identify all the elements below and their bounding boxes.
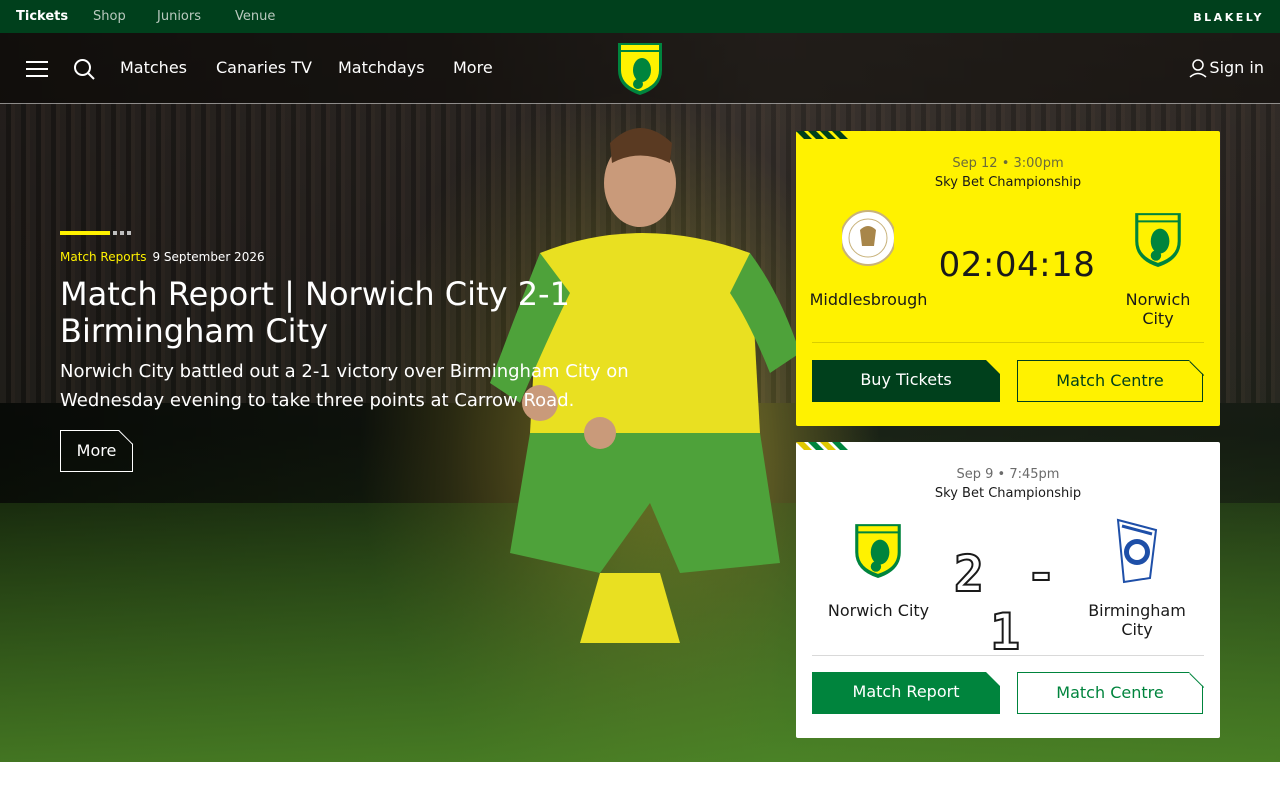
article-summary: Norwich City battled out a 2-1 victory o… xyxy=(60,361,629,411)
buy-tickets-button[interactable]: Buy Tickets xyxy=(812,360,1000,402)
nav-matchdays[interactable]: Matchdays xyxy=(338,58,425,77)
upcoming-match-card: Sep 12 • 3:00pm Sky Bet Championship Mid… xyxy=(796,131,1220,426)
match-centre-button[interactable]: Match Centre xyxy=(1017,672,1203,714)
match-centre-button[interactable]: Match Centre xyxy=(1017,360,1203,402)
final-score: 2 - 1 xyxy=(953,544,1063,662)
away-team-name[interactable]: Birmingham City xyxy=(1084,601,1190,639)
middlesbrough-crest-icon xyxy=(842,210,894,266)
article-meta: Match Reports 9 September 2026 xyxy=(60,250,265,264)
more-button[interactable]: More xyxy=(60,430,133,472)
topbar-link-shop[interactable]: Shop xyxy=(93,9,126,24)
pager-dot[interactable] xyxy=(127,231,131,235)
club-crest-logo[interactable] xyxy=(615,40,665,96)
pager-dot[interactable] xyxy=(113,231,117,235)
pager-dot[interactable] xyxy=(120,231,124,235)
nav-canaries-tv[interactable]: Canaries TV xyxy=(216,58,312,77)
match-competition: Sky Bet Championship xyxy=(934,486,1082,501)
norwich-crest-icon xyxy=(855,524,901,578)
page-content-below xyxy=(0,762,1280,800)
birmingham-crest-icon xyxy=(1116,518,1158,584)
away-team-name[interactable]: Norwich City xyxy=(1114,290,1202,328)
pager-active[interactable] xyxy=(60,231,110,235)
user-icon[interactable] xyxy=(1188,58,1208,78)
topbar-link-tickets[interactable]: Tickets xyxy=(16,9,68,24)
match-datetime: Sep 12 • 3:00pm xyxy=(952,156,1064,171)
home-team-name[interactable]: Middlesbrough xyxy=(806,290,931,309)
search-icon[interactable] xyxy=(73,58,95,80)
home-team-name[interactable]: Norwich City xyxy=(816,601,941,620)
article-headline[interactable]: Match Report | Norwich City 2-1 Birmingh… xyxy=(60,276,680,350)
main-navigation: Matches Canaries TV Matchdays More Sign … xyxy=(0,33,1280,104)
topbar-link-venue[interactable]: Venue xyxy=(235,9,275,24)
sponsor-logo[interactable]: BLAKELY xyxy=(1193,11,1264,24)
nav-matches[interactable]: Matches xyxy=(120,58,187,77)
nav-more[interactable]: More xyxy=(453,58,493,77)
card-stripes-decoration xyxy=(796,442,848,450)
topbar-link-juniors[interactable]: Juniors xyxy=(157,9,201,24)
card-divider xyxy=(812,655,1204,656)
match-competition: Sky Bet Championship xyxy=(934,175,1082,190)
match-report-button[interactable]: Match Report xyxy=(812,672,1000,714)
card-divider xyxy=(812,342,1204,343)
sign-in-link[interactable]: Sign in xyxy=(1209,58,1264,77)
countdown-timer: 02:04:18 xyxy=(938,245,1096,285)
result-match-card: Sep 9 • 7:45pm Sky Bet Championship Norw… xyxy=(796,442,1220,738)
match-datetime: Sep 9 • 7:45pm xyxy=(956,467,1060,482)
norwich-crest-icon xyxy=(1135,213,1181,267)
article-category[interactable]: Match Reports xyxy=(60,250,146,264)
utility-bar: Tickets Shop Juniors Venue BLAKELY xyxy=(0,0,1280,33)
article-date: 9 September 2026 xyxy=(152,250,265,264)
card-stripes-decoration xyxy=(796,131,848,139)
menu-icon[interactable] xyxy=(26,61,48,77)
